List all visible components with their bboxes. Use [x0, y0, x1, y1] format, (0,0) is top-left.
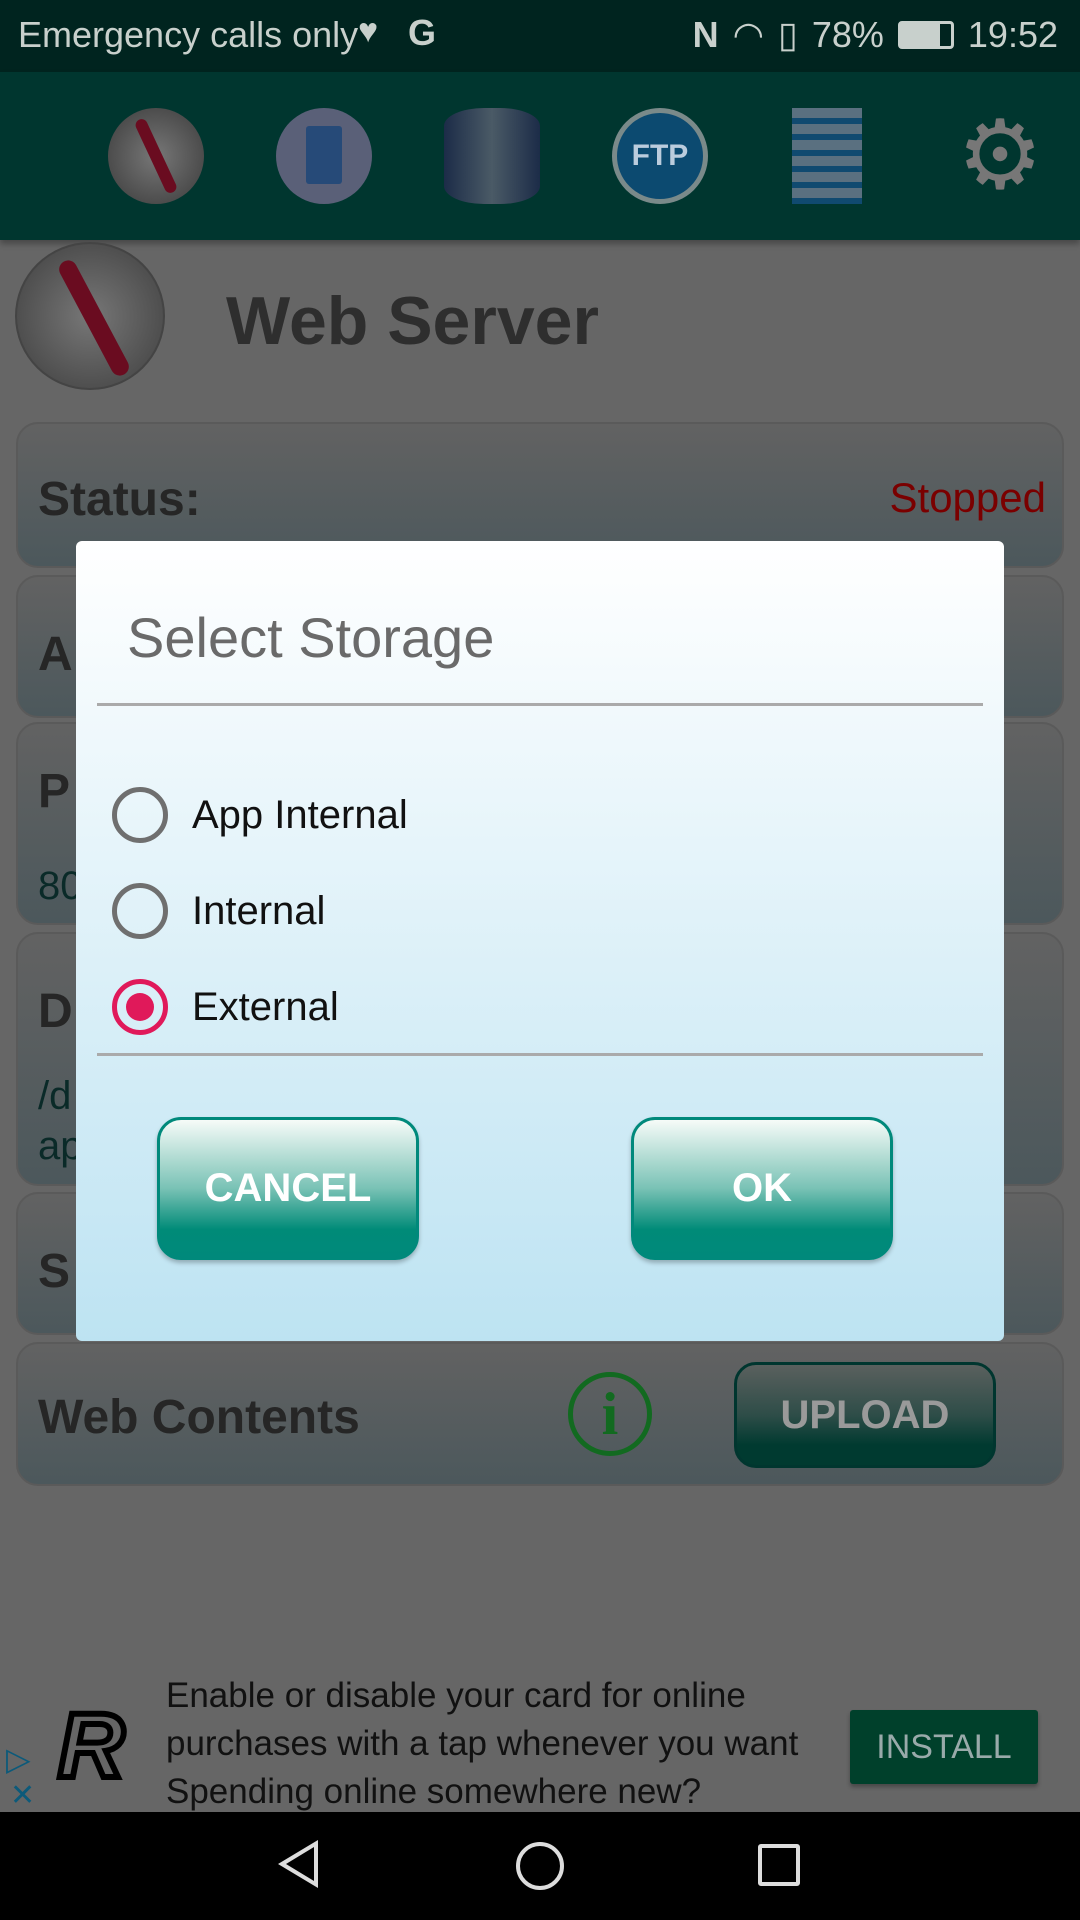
text-document-icon[interactable]	[792, 108, 862, 204]
ad-choices-icon[interactable]: ▷	[6, 1740, 31, 1778]
log-document-icon[interactable]	[276, 108, 372, 204]
card-5-label: S	[38, 1245, 71, 1298]
nfc-icon: N	[692, 14, 719, 55]
radio-label: Internal	[192, 888, 326, 933]
radio-button-selected[interactable]	[112, 979, 168, 1035]
status-bar: Emergency calls only ♥ G N ◠ ▯ 78% 19:52	[0, 0, 1080, 72]
mysql-database-icon[interactable]	[444, 108, 540, 204]
battery-icon	[897, 21, 954, 49]
web-contents-label: Web Contents	[38, 1391, 360, 1444]
ad-text-line: Enable or disable your card for online	[166, 1676, 746, 1715]
toolbar: FTP ⚙	[0, 72, 1080, 240]
clock: 19:52	[967, 14, 1058, 55]
wifi-icon: ◠	[732, 14, 765, 55]
sim-alert-icon: ▯	[778, 14, 798, 55]
ad-text-line: purchases with a tap whenever you want	[166, 1724, 799, 1763]
cancel-button[interactable]: CANCEL	[157, 1117, 419, 1260]
carrier-text: Emergency calls only	[18, 14, 359, 55]
radio-external[interactable]: External	[112, 972, 339, 1042]
radio-label: App Internal	[192, 792, 408, 837]
divider	[97, 703, 983, 706]
divider	[97, 1053, 983, 1056]
battery-percent: 78%	[811, 14, 884, 55]
port-label: P	[38, 765, 71, 818]
dialog-title: Select Storage	[127, 606, 495, 669]
back-icon[interactable]	[278, 1840, 318, 1888]
ad-banner[interactable]: ▷ ✕ R Enable or disable your card for on…	[0, 1660, 1080, 1812]
install-button[interactable]: INSTALL	[850, 1710, 1038, 1784]
directory-value-line1: /d	[38, 1074, 72, 1118]
health-icon: ♥	[358, 12, 379, 50]
select-storage-dialog: Select Storage App Internal Internal Ext…	[76, 541, 1004, 1341]
radio-label: External	[192, 984, 339, 1029]
info-icon[interactable]: i	[568, 1372, 652, 1456]
radio-button[interactable]	[112, 787, 168, 843]
ad-logo: R	[55, 1692, 127, 1800]
recents-icon[interactable]	[758, 1844, 800, 1886]
status-value: Stopped	[889, 474, 1046, 521]
page-title: Web Server	[226, 283, 599, 359]
status-label: Status:	[38, 473, 201, 526]
card-2-label: A	[38, 628, 73, 681]
directory-label: D	[38, 985, 73, 1038]
radio-app-internal[interactable]: App Internal	[112, 780, 408, 850]
web-contents-card: Web Contents i UPLOAD	[16, 1342, 1064, 1486]
ftp-cloud-icon[interactable]: FTP	[612, 108, 708, 204]
ad-text-line: Spending online somewhere new?	[166, 1772, 702, 1811]
ad-close-icon[interactable]: ✕	[10, 1778, 35, 1813]
ad-text: Enable or disable your card for online p…	[166, 1672, 798, 1816]
home-icon[interactable]	[516, 1842, 564, 1890]
gear-icon[interactable]: ⚙	[952, 108, 1048, 204]
apache-feather-icon[interactable]	[108, 108, 204, 204]
upload-button[interactable]: UPLOAD	[734, 1362, 996, 1468]
apache-logo	[15, 242, 165, 390]
radio-button[interactable]	[112, 883, 168, 939]
google-icon: G	[408, 12, 437, 53]
navigation-bar	[0, 1812, 1080, 1920]
radio-internal[interactable]: Internal	[112, 876, 325, 946]
ok-button[interactable]: OK	[631, 1117, 893, 1260]
